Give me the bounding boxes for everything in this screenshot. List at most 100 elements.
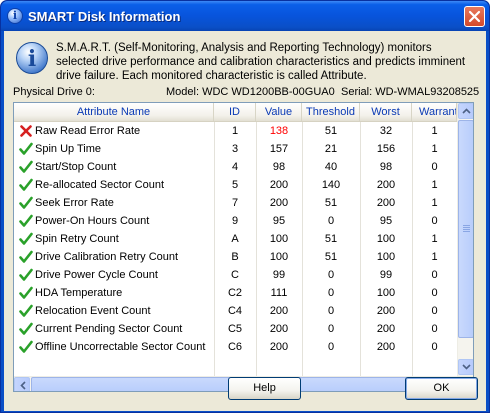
vertical-scroll-thumb[interactable] <box>458 120 473 338</box>
attribute-name-cell: Drive Power Cycle Count <box>14 266 214 284</box>
attribute-warrant: 1 <box>431 197 438 209</box>
attribute-threshold: 0 <box>327 215 335 227</box>
attribute-threshold: 0 <box>327 323 335 335</box>
attribute-threshold: 51 <box>324 251 338 263</box>
attribute-id: 7 <box>231 197 239 209</box>
attribute-name: Start/Stop Count <box>35 161 117 173</box>
attribute-name-cell: Seek Error Rate <box>14 194 214 212</box>
ok-button[interactable]: OK <box>405 377 478 400</box>
attribute-threshold: 0 <box>327 305 335 317</box>
attribute-name: Offline Uncorrectable Sector Count <box>35 341 206 353</box>
scroll-down-button[interactable] <box>458 359 473 375</box>
table-row[interactable]: Start/Stop Count 4 98 40 98 0 <box>14 158 457 176</box>
help-button[interactable]: Help <box>228 377 301 400</box>
attribute-warrant: 0 <box>431 323 438 335</box>
table-row[interactable]: Current Pending Sector Count C5 200 0 200 0 <box>14 320 457 338</box>
column-header-id[interactable]: ID <box>214 103 256 121</box>
attribute-name: Spin Up Time <box>35 143 102 155</box>
table-row[interactable]: HDA Temperature C2 111 0 100 0 <box>14 284 457 302</box>
checkmark-icon <box>19 214 33 227</box>
close-icon <box>468 10 481 23</box>
attribute-warrant: 1 <box>431 143 438 155</box>
attribute-name: Seek Error Rate <box>35 197 114 209</box>
attribute-value: 98 <box>272 161 286 173</box>
column-header-warrant[interactable]: Warrant <box>412 103 457 121</box>
info-icon: i <box>16 42 48 74</box>
checkmark-icon <box>19 304 33 317</box>
attribute-name-cell: Current Pending Sector Count <box>14 320 214 338</box>
title-bar[interactable]: i SMART Disk Information <box>1 1 489 31</box>
attribute-worst: 98 <box>379 161 393 173</box>
checkmark-icon <box>19 322 33 335</box>
attribute-list[interactable]: Attribute Name ID Value Threshold Worst … <box>13 102 474 392</box>
attribute-name-cell: HDA Temperature <box>14 284 214 302</box>
table-row[interactable]: Spin Retry Count A 100 51 100 1 <box>14 230 457 248</box>
attribute-worst: 200 <box>376 179 396 191</box>
attribute-threshold: 21 <box>324 143 338 155</box>
attribute-threshold: 0 <box>327 341 335 353</box>
attribute-name: Current Pending Sector Count <box>35 323 183 335</box>
table-row[interactable]: Raw Read Error Rate 1 138 51 32 1 <box>14 122 457 140</box>
attribute-name: Power-On Hours Count <box>35 215 150 227</box>
attribute-worst: 32 <box>379 125 393 137</box>
attribute-name-cell: Relocation Event Count <box>14 302 214 320</box>
attribute-warrant: 0 <box>431 287 438 299</box>
attribute-threshold: 0 <box>327 287 335 299</box>
attribute-warrant: 0 <box>431 269 438 281</box>
attribute-id: C4 <box>227 305 243 317</box>
table-row[interactable]: Re-allocated Sector Count 5 200 140 200 1 <box>14 176 457 194</box>
dialog-body: i S.M.A.R.T. (Self-Monitoring, Analysis … <box>4 31 486 411</box>
chevron-down-icon <box>462 364 471 370</box>
column-header-worst[interactable]: Worst <box>360 103 412 121</box>
checkmark-icon <box>19 160 33 173</box>
attribute-value: 95 <box>272 215 286 227</box>
table-row[interactable]: Drive Power Cycle Count C 99 0 99 0 <box>14 266 457 284</box>
drive-model: Model: WDC WD1200BB-00GUA0 <box>166 86 335 98</box>
attribute-name-cell: Spin Retry Count <box>14 230 214 248</box>
scroll-up-button[interactable] <box>458 103 473 119</box>
attribute-warrant: 1 <box>431 251 438 263</box>
physical-drive-label: Physical Drive 0: <box>13 86 95 98</box>
list-header: Attribute Name ID Value Threshold Worst … <box>14 103 457 122</box>
attribute-name-cell: Power-On Hours Count <box>14 212 214 230</box>
checkmark-icon <box>19 142 33 155</box>
column-header-value[interactable]: Value <box>256 103 302 121</box>
attribute-id: C5 <box>227 323 243 335</box>
attribute-name-cell: Offline Uncorrectable Sector Count <box>14 338 214 356</box>
title-info-icon: i <box>7 8 23 24</box>
table-row[interactable]: Power-On Hours Count 9 95 0 95 0 <box>14 212 457 230</box>
attribute-id: C2 <box>227 287 243 299</box>
attribute-name: Drive Calibration Retry Count <box>35 251 179 263</box>
close-button[interactable] <box>464 6 485 27</box>
drive-info-row: Physical Drive 0: Model: WDC WD1200BB-00… <box>13 86 483 100</box>
checkmark-icon <box>19 340 33 353</box>
table-row[interactable]: Relocation Event Count C4 200 0 200 0 <box>14 302 457 320</box>
table-row[interactable]: Drive Calibration Retry Count B 100 51 100 1 <box>14 248 457 266</box>
column-header-threshold[interactable]: Threshold <box>302 103 360 121</box>
attribute-threshold: 51 <box>324 233 338 245</box>
attribute-value: 200 <box>269 323 289 335</box>
attribute-name: Relocation Event Count <box>35 305 151 317</box>
attribute-threshold: 51 <box>324 197 338 209</box>
table-row[interactable]: Spin Up Time 3 157 21 156 1 <box>14 140 457 158</box>
attribute-worst: 100 <box>376 287 396 299</box>
attribute-name-cell: Raw Read Error Rate <box>14 122 214 140</box>
attribute-value: 200 <box>269 179 289 191</box>
column-header-attribute-name[interactable]: Attribute Name <box>14 103 214 121</box>
attribute-worst: 200 <box>376 341 396 353</box>
attribute-value: 200 <box>269 197 289 209</box>
scroll-left-button[interactable] <box>14 377 30 391</box>
attribute-value: 200 <box>269 305 289 317</box>
table-row[interactable]: Seek Error Rate 7 200 51 200 1 <box>14 194 457 212</box>
table-row[interactable]: Offline Uncorrectable Sector Count C6 200 0… <box>14 338 457 356</box>
attribute-value: 200 <box>269 341 289 353</box>
chevron-left-icon <box>20 381 26 390</box>
red-x-icon <box>20 125 32 137</box>
attribute-name-cell: Start/Stop Count <box>14 158 214 176</box>
attribute-worst: 95 <box>379 215 393 227</box>
attribute-id: 4 <box>231 161 239 173</box>
attribute-warrant: 1 <box>431 233 438 245</box>
checkmark-icon <box>19 268 33 281</box>
vertical-scrollbar[interactable] <box>457 103 473 376</box>
attribute-name: Re-allocated Sector Count <box>35 179 165 191</box>
